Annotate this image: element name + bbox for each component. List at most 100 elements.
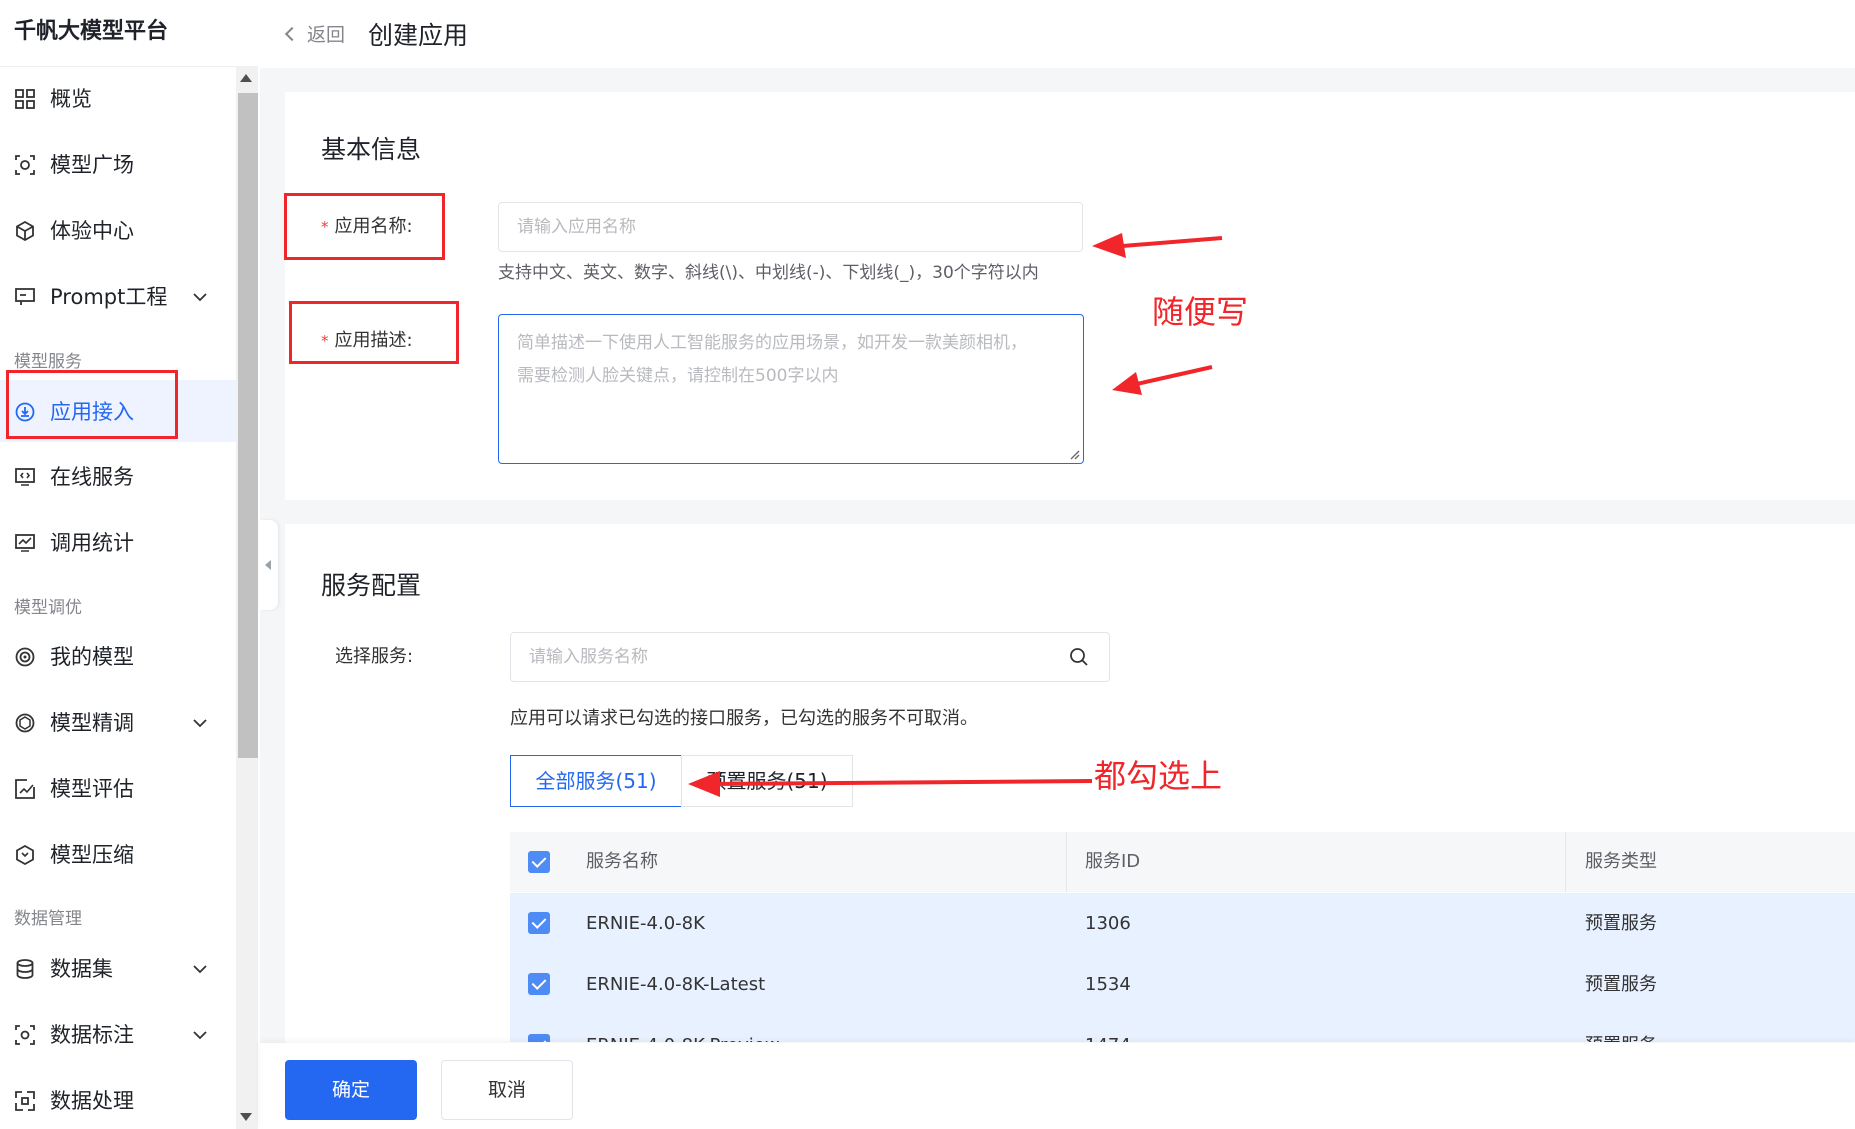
database-icon: [14, 958, 36, 980]
sidebar-item-label: 数据标注: [50, 1023, 134, 1047]
prompt-icon: [14, 286, 36, 308]
group-title-model-service: 模型服务: [14, 352, 82, 372]
app-desc-textarea[interactable]: 简单描述一下使用人工智能服务的应用场景，如开发一款美颜相机， 需要检测人脸关键点…: [498, 314, 1084, 464]
sidebar-collapse-handle[interactable]: [260, 520, 278, 610]
sidebar-item-data-process[interactable]: 数据处理: [0, 1069, 236, 1129]
annotation-box-app-desc: [289, 301, 459, 364]
select-all-checkbox[interactable]: [528, 851, 550, 873]
sidebar-item-compress[interactable]: 模型压缩: [0, 823, 236, 885]
sidebar-item-label: Prompt工程: [50, 285, 168, 309]
annotate-icon: [14, 1024, 36, 1046]
back-link[interactable]: 返回: [284, 20, 346, 47]
grid-icon: [14, 88, 36, 110]
row-checkbox[interactable]: [528, 1034, 550, 1042]
evaluate-icon: [14, 778, 36, 800]
chevron-down-icon[interactable]: [190, 287, 210, 307]
stats-icon: [14, 532, 36, 554]
confirm-button[interactable]: 确定: [285, 1060, 417, 1120]
service-name-cell: ERNIE-4.0-8K-Preview: [586, 1015, 780, 1042]
model-square-icon: [14, 154, 36, 176]
desc-placeholder-line: 需要检测人脸关键点，请控制在500字以内: [517, 366, 839, 386]
service-name-cell: ERNIE-4.0-8K-Latest: [586, 974, 766, 995]
column-header: 服务名称: [586, 851, 658, 872]
cube-icon: [14, 220, 36, 242]
sidebar-item-label: 模型评估: [50, 777, 134, 801]
chevron-down-icon[interactable]: [190, 1025, 210, 1045]
sidebar-item-model-square[interactable]: 模型广场: [0, 133, 236, 195]
sidebar-item-evaluate[interactable]: 模型评估: [0, 757, 236, 819]
target-icon: [14, 646, 36, 668]
form-footer: 确定 取消: [260, 1043, 1855, 1129]
tab-preset-services[interactable]: 预置服务(51): [681, 755, 853, 807]
sidebar-scrollbar-thumb[interactable]: [238, 93, 258, 758]
service-id-cell: 1534: [1085, 974, 1131, 995]
row-checkbox[interactable]: [528, 912, 550, 934]
column-header: 服务ID: [1085, 851, 1141, 872]
sidebar-item-label: 调用统计: [50, 531, 134, 555]
sidebar-item-label: 在线服务: [50, 465, 134, 489]
annotation-text-check-all: 都勾选上: [1094, 757, 1223, 795]
table-header: 服务名称 服务ID 服务类型: [510, 832, 1855, 892]
sidebar-item-my-model[interactable]: 我的模型: [0, 625, 236, 687]
sidebar-item-label: 概览: [50, 87, 92, 111]
cancel-button[interactable]: 取消: [441, 1060, 573, 1120]
service-id-cell: 1306: [1085, 913, 1131, 934]
sidebar-item-dataset[interactable]: 数据集: [0, 937, 236, 999]
sidebar-item-overview[interactable]: 概览: [0, 67, 236, 129]
service-id-cell: 1474: [1085, 1015, 1131, 1042]
group-title-data-management: 数据管理: [14, 909, 82, 929]
search-icon[interactable]: [1069, 647, 1089, 667]
compress-icon: [14, 844, 36, 866]
page-title: 创建应用: [368, 21, 469, 50]
section-title-basic-info: 基本信息: [321, 135, 422, 164]
section-title-service-config: 服务配置: [321, 571, 422, 600]
service-type-cell: 预置服务: [1585, 1015, 1657, 1042]
app-name-hint: 支持中文、英文、数字、斜线(\)、中划线(-)、下划线(_)，30个字符以内: [498, 263, 1039, 283]
chevron-down-icon[interactable]: [190, 959, 210, 979]
row-checkbox[interactable]: [528, 973, 550, 995]
annotation-box-app-name: [284, 193, 445, 260]
service-type-cell: 预置服务: [1585, 974, 1657, 995]
brand-title: 千帆大模型平台: [14, 19, 169, 44]
table-row[interactable]: ERNIE-4.0-8K 1306 预置服务: [510, 893, 1855, 954]
group-title-model-tuning: 模型调优: [14, 598, 82, 618]
sidebar-item-label: 模型广场: [50, 153, 134, 177]
desc-placeholder-line: 简单描述一下使用人工智能服务的应用场景，如开发一款美颜相机，: [517, 333, 1027, 353]
back-label: 返回: [307, 24, 346, 46]
chevron-down-icon[interactable]: [190, 713, 210, 733]
resize-handle-icon[interactable]: [1068, 448, 1080, 460]
app-name-input[interactable]: 请输入应用名称: [498, 202, 1083, 252]
column-divider: [1565, 832, 1566, 892]
online-service-icon: [14, 466, 36, 488]
sidebar-item-label: 数据处理: [50, 1089, 134, 1113]
select-service-label: 选择服务:: [335, 646, 414, 667]
service-search-input[interactable]: 请输入服务名称: [510, 632, 1110, 682]
service-note: 应用可以请求已勾选的接口服务，已勾选的服务不可取消。: [510, 708, 978, 729]
tab-all-services[interactable]: 全部服务(51): [510, 755, 682, 807]
page-header: 返回 创建应用: [260, 0, 1855, 68]
service-table: 服务名称 服务ID 服务类型 ERNIE-4.0-8K 1306 预置服务 ER…: [510, 832, 1855, 1042]
sidebar-item-label: 体验中心: [50, 219, 134, 243]
sidebar-item-prompt[interactable]: Prompt工程: [0, 265, 236, 327]
column-divider: [1066, 832, 1067, 892]
chevron-left-icon: [284, 26, 300, 42]
sidebar-item-online-service[interactable]: 在线服务: [0, 445, 236, 507]
annotation-box-app-access: [6, 370, 178, 439]
scroll-down-icon[interactable]: [240, 1113, 252, 1121]
sidebar-item-annotate[interactable]: 数据标注: [0, 1003, 236, 1065]
sidebar-item-finetune[interactable]: 模型精调: [0, 691, 236, 753]
basic-info-card: 基本信息 * 应用名称: 请输入应用名称 支持中文、英文、数字、斜线(\)、中划线…: [285, 92, 1855, 500]
service-type-cell: 预置服务: [1585, 913, 1657, 934]
finetune-icon: [14, 712, 36, 734]
search-placeholder: 请输入服务名称: [529, 647, 648, 667]
service-name-cell: ERNIE-4.0-8K: [586, 913, 705, 934]
sidebar-item-stats[interactable]: 调用统计: [0, 511, 236, 573]
scroll-up-icon[interactable]: [240, 74, 252, 82]
sidebar-item-experience[interactable]: 体验中心: [0, 199, 236, 261]
table-row[interactable]: ERNIE-4.0-8K-Latest 1534 预置服务: [510, 954, 1855, 1015]
column-header: 服务类型: [1585, 851, 1657, 872]
data-process-icon: [14, 1090, 36, 1112]
sidebar-item-label: 数据集: [50, 957, 113, 981]
sidebar: 千帆大模型平台 概览 模型广场 体验中心 Prompt工程 模型服务 应用接入: [0, 0, 260, 1129]
table-row[interactable]: ERNIE-4.0-8K-Preview 1474 预置服务: [510, 1015, 1855, 1042]
